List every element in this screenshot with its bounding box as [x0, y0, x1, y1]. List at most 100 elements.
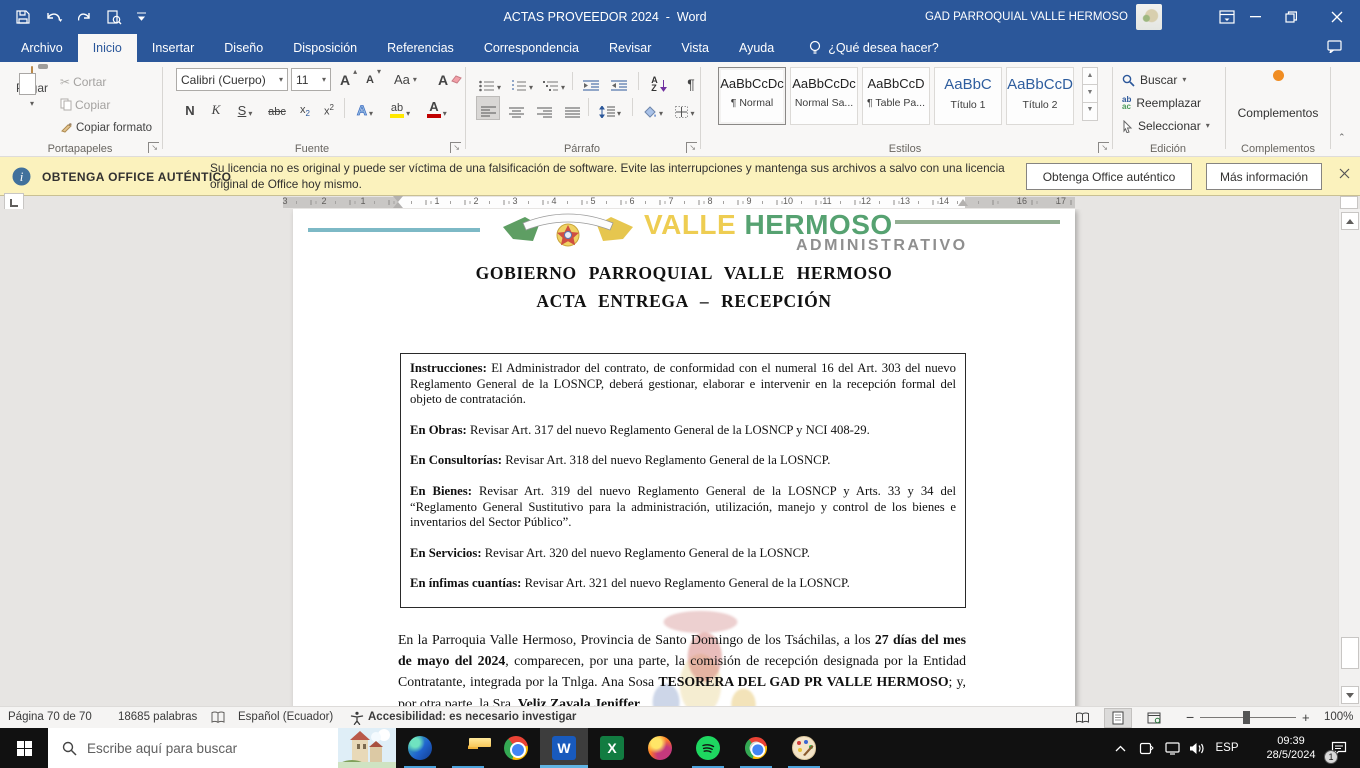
zoom-in-icon[interactable]: + — [1302, 707, 1310, 728]
font-dialog-launcher[interactable]: ↘ — [450, 142, 461, 153]
print-layout-button[interactable] — [1104, 708, 1132, 728]
show-marks-button[interactable]: ¶ — [680, 70, 702, 94]
scroll-down-icon[interactable] — [1341, 686, 1359, 704]
tray-language[interactable]: ESP — [1212, 728, 1242, 768]
zoom-out-icon[interactable]: − — [1186, 707, 1194, 728]
numbering-button[interactable]: ▾ — [508, 70, 536, 94]
shading-button[interactable]: ▾ — [638, 96, 668, 120]
format-painter-button[interactable]: Copiar formato — [60, 116, 152, 139]
taskbar-spotify[interactable] — [684, 728, 732, 768]
style-normal[interactable]: AaBbCcDc ¶ Normal — [718, 67, 786, 125]
tray-clock[interactable]: 09:39 28/5/2024 — [1256, 734, 1326, 762]
borders-button[interactable]: ▾ — [672, 96, 698, 120]
taskbar-chrome[interactable] — [492, 728, 540, 768]
tell-me-box[interactable]: ¿Qué desea hacer? — [809, 34, 939, 62]
style-normal-sa[interactable]: AaBbCcDc Normal Sa... — [790, 67, 858, 125]
grow-font-button[interactable]: A ▴ — [340, 68, 357, 91]
horizontal-ruler[interactable]: 321 1 2 3 4 5 6 7 8 9 10 11 12 13 14 16 17 — [0, 193, 1360, 215]
accessibility-icon[interactable] — [350, 711, 364, 725]
get-office-button[interactable]: Obtenga Office auténtico — [1026, 163, 1192, 190]
comment-icon[interactable] — [1327, 40, 1342, 53]
copy-button[interactable]: Copiar — [60, 93, 110, 116]
accessibility-status[interactable]: Accesibilidad: es necesario investigar — [368, 707, 576, 728]
font-size-select[interactable]: 11 ▾ — [291, 68, 331, 91]
styles-scroll-up[interactable]: ▲ — [1082, 67, 1098, 85]
account-name[interactable]: GAD PARROQUIAL VALLE HERMOSO — [925, 0, 1128, 34]
ruler-toggle-button[interactable] — [1340, 196, 1358, 209]
minimize-button[interactable] — [1242, 0, 1268, 34]
search-highlight-image[interactable] — [338, 728, 396, 768]
paste-button[interactable]: Pegar ▾ — [10, 66, 54, 147]
taskbar-search[interactable] — [48, 728, 396, 768]
clear-formatting-button[interactable]: A — [438, 68, 462, 91]
taskbar-firefox[interactable] — [636, 728, 684, 768]
replace-button[interactable]: ab ac Reemplazar — [1122, 92, 1201, 114]
italic-button[interactable]: K — [206, 96, 226, 120]
zoom-level[interactable]: 100% — [1324, 707, 1353, 728]
align-left-button[interactable] — [476, 96, 500, 120]
find-button[interactable]: Buscar ▾ — [1122, 69, 1186, 91]
change-case-button[interactable]: Aa ▾ — [394, 68, 417, 91]
underline-button[interactable]: S ▾ — [230, 96, 260, 120]
page-indicator[interactable]: Página 70 de 70 — [8, 707, 92, 728]
clipboard-dialog-launcher[interactable]: ↘ — [148, 142, 159, 153]
taskbar-chrome-profile[interactable] — [732, 728, 780, 768]
shrink-font-button[interactable]: A ▾ — [366, 68, 381, 91]
tray-chevron-icon[interactable] — [1108, 728, 1132, 768]
bullets-button[interactable]: ▾ — [476, 70, 504, 94]
tab-archivo[interactable]: Archivo — [6, 34, 78, 62]
decrease-indent-button[interactable] — [578, 70, 604, 94]
close-button[interactable] — [1314, 0, 1360, 34]
collapse-ribbon-icon[interactable]: ⌃ — [1338, 132, 1346, 143]
text-effects-button[interactable]: A ▾ — [350, 96, 380, 120]
language-indicator[interactable]: Español (Ecuador) — [238, 707, 333, 728]
line-spacing-button[interactable]: ▾ — [594, 96, 626, 120]
account-avatar[interactable] — [1136, 4, 1162, 30]
taskbar-edge[interactable] — [396, 728, 444, 768]
scrollbar-thumb[interactable] — [1341, 637, 1359, 669]
tab-correspondencia[interactable]: Correspondencia — [469, 34, 594, 62]
proofing-icon[interactable] — [211, 711, 225, 724]
strikethrough-button[interactable]: abc — [264, 96, 290, 120]
multilevel-list-button[interactable]: ▾ — [540, 70, 568, 94]
paragraph-dialog-launcher[interactable]: ↘ — [686, 142, 697, 153]
styles-dialog-launcher[interactable]: ↘ — [1098, 142, 1109, 153]
search-input[interactable] — [87, 740, 338, 756]
instructions-box[interactable]: Instrucciones: El Administrador del contr… — [400, 353, 966, 608]
style-titulo2[interactable]: AaBbCcD Título 2 — [1006, 67, 1074, 125]
word-count[interactable]: 18685 palabras — [118, 707, 197, 728]
zoom-slider-thumb[interactable] — [1243, 711, 1250, 724]
subscript-button[interactable]: x2 — [294, 96, 316, 120]
document-area[interactable]: VALLE HERMOSO ADMINISTRATIVO GOBIERNO PA… — [0, 209, 1360, 706]
justify-button[interactable] — [560, 96, 584, 120]
styles-gallery-more[interactable]: ▼ — [1082, 103, 1098, 121]
tab-vista[interactable]: Vista — [666, 34, 724, 62]
tab-ayuda[interactable]: Ayuda — [724, 34, 789, 62]
tab-inicio[interactable]: Inicio — [77, 34, 137, 62]
style-titulo1[interactable]: AaBbC Título 1 — [934, 67, 1002, 125]
tab-disposicion[interactable]: Disposición — [278, 34, 372, 62]
bold-button[interactable]: N — [180, 96, 200, 120]
vertical-scrollbar[interactable] — [1338, 209, 1360, 706]
hanging-indent-marker[interactable] — [393, 202, 403, 208]
read-mode-button[interactable] — [1068, 708, 1096, 728]
superscript-button[interactable]: x2 — [318, 96, 340, 120]
taskbar-paint[interactable] — [780, 728, 828, 768]
taskbar-word[interactable]: W — [540, 728, 588, 768]
ribbon-display-options-icon[interactable] — [1212, 0, 1242, 34]
start-button[interactable] — [0, 728, 48, 768]
font-color-button[interactable]: A ▾ — [422, 96, 452, 120]
tray-volume-icon[interactable] — [1184, 728, 1210, 768]
tab-referencias[interactable]: Referencias — [372, 34, 469, 62]
tab-insertar[interactable]: Insertar — [137, 34, 209, 62]
addins-button[interactable]: Complementos — [1228, 70, 1328, 120]
align-center-button[interactable] — [504, 96, 528, 120]
increase-indent-button[interactable] — [606, 70, 632, 94]
document-page[interactable]: VALLE HERMOSO ADMINISTRATIVO GOBIERNO PA… — [293, 209, 1075, 706]
web-layout-button[interactable] — [1140, 708, 1168, 728]
style-table-pa[interactable]: AaBbCcD ¶ Table Pa... — [862, 67, 930, 125]
taskbar-excel[interactable]: X — [588, 728, 636, 768]
sort-button[interactable]: AZ — [644, 70, 674, 94]
more-info-button[interactable]: Más información — [1206, 163, 1322, 190]
align-right-button[interactable] — [532, 96, 556, 120]
